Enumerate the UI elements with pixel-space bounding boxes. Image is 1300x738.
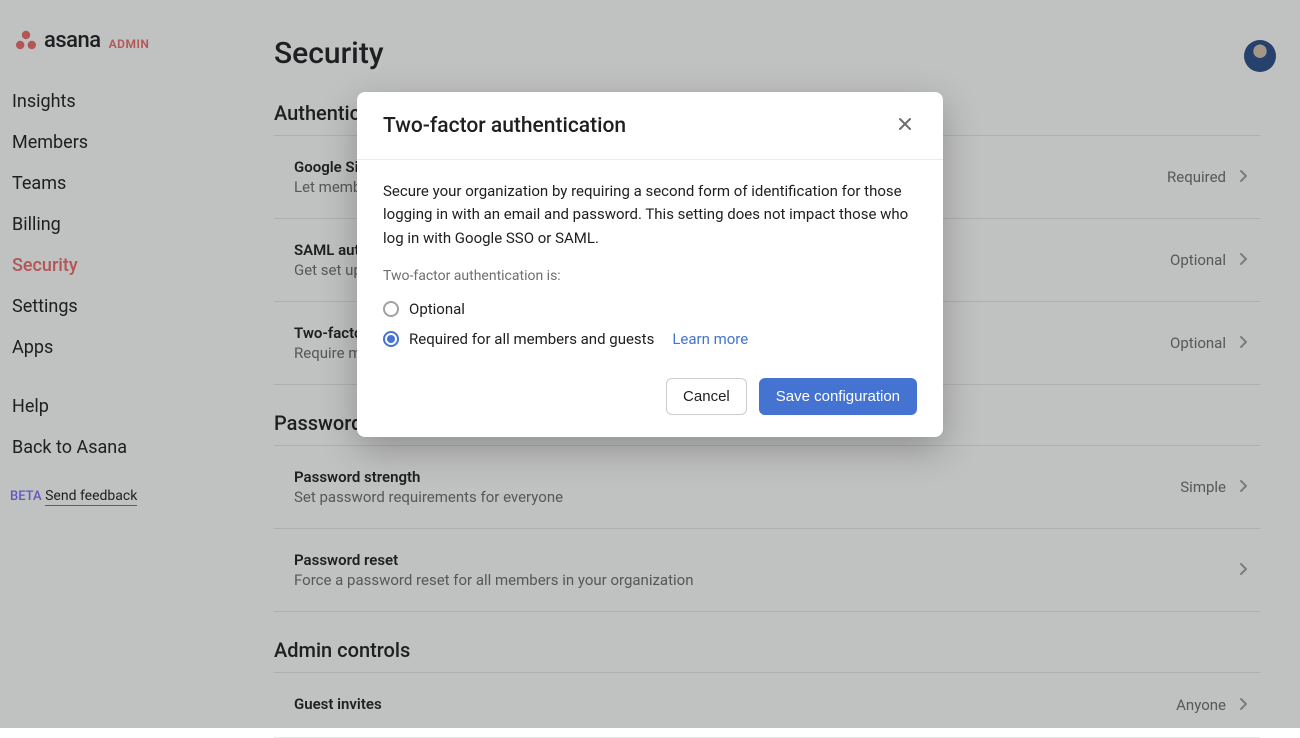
modal-header: Two-factor authentication — [357, 92, 943, 160]
radio-icon — [383, 331, 399, 347]
radio-option-required[interactable]: Required for all members and guests Lear… — [383, 324, 917, 354]
radio-option-optional[interactable]: Optional — [383, 294, 917, 324]
learn-more-link[interactable]: Learn more — [672, 330, 748, 348]
radio-label: Required for all members and guests — [409, 330, 654, 348]
save-button[interactable]: Save configuration — [759, 378, 917, 415]
modal-overlay[interactable]: Two-factor authentication Secure your or… — [0, 0, 1300, 728]
radio-group-label: Two-factor authentication is: — [383, 268, 917, 284]
modal-body: Secure your organization by requiring a … — [357, 160, 943, 360]
close-icon — [897, 120, 913, 135]
close-button[interactable] — [893, 112, 917, 139]
radio-label: Optional — [409, 300, 465, 318]
modal-2fa: Two-factor authentication Secure your or… — [357, 92, 943, 437]
cancel-button[interactable]: Cancel — [666, 378, 747, 415]
modal-title: Two-factor authentication — [383, 114, 626, 138]
radio-icon — [383, 301, 399, 317]
modal-description: Secure your organization by requiring a … — [383, 180, 917, 250]
modal-footer: Cancel Save configuration — [357, 360, 943, 437]
